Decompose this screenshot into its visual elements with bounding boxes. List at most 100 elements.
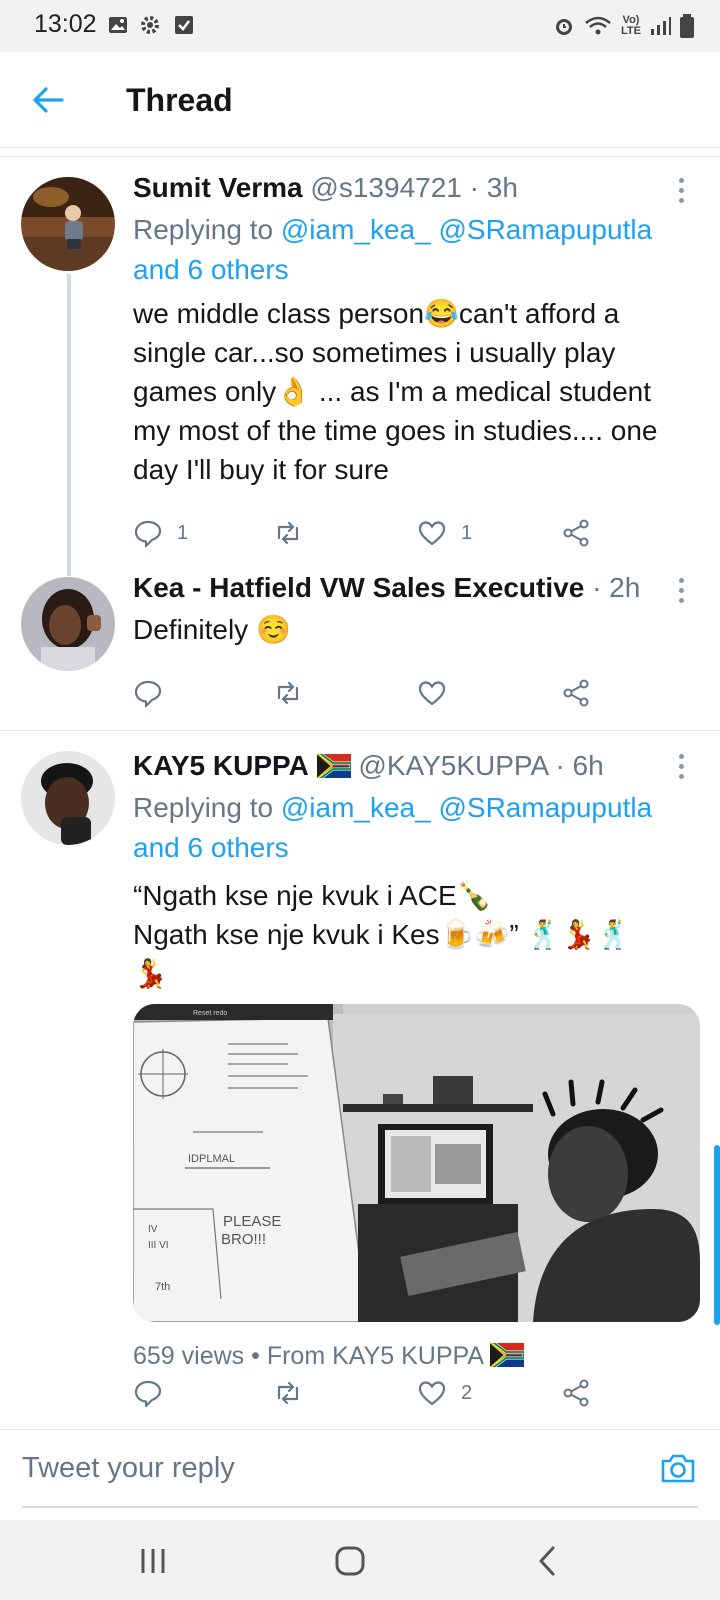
status-time: 13:02 [34, 10, 97, 38]
tweet-text: “Ngath kse nje kvuk i ACE🍾 Ngath kse nje… [133, 880, 632, 989]
author-name[interactable]: KAY5 KUPPA [133, 750, 309, 781]
like-count: 1 [461, 521, 473, 544]
avatar-image [21, 751, 115, 845]
view-count: 659 views [133, 1342, 245, 1370]
share-icon [563, 679, 589, 707]
like-icon [418, 1381, 446, 1406]
more-icon[interactable] [678, 754, 686, 784]
wifi-icon [585, 16, 611, 35]
tweet-time: · 2h [592, 572, 641, 603]
retweet-button[interactable] [273, 676, 303, 710]
video-thumbnail: Reset redo IDPLMAL PLEASE BRO!!! 7th IV … [133, 1004, 700, 1322]
tweet-header: Sumit Verma @s1394721 · 3h [133, 172, 518, 204]
tweet-time: · 3h [469, 172, 518, 203]
header: Thread [0, 52, 720, 148]
replying-prefix: Replying to [133, 792, 281, 823]
scrollbar-thumb[interactable] [714, 1145, 720, 1325]
system-nav-bar [0, 1520, 720, 1600]
tweet-header: KAY5 KUPPA @KAY5KUPPA · 6h [133, 750, 604, 782]
like-count: 2 [461, 1381, 473, 1404]
reply-icon [134, 1380, 162, 1408]
more-icon[interactable] [678, 578, 686, 608]
whiteboard-text: PLEASE [223, 1213, 281, 1230]
media-toolbar-text: Reset redo [193, 1010, 227, 1017]
page-title: Thread [126, 82, 233, 118]
like-button[interactable] [417, 676, 447, 710]
tweet-time: · 6h [555, 750, 604, 781]
whiteboard-text: III VI [148, 1240, 169, 1251]
avatar-image [21, 177, 115, 271]
tweet-video-media[interactable]: Reset redo IDPLMAL PLEASE BRO!!! 7th IV … [133, 1004, 700, 1322]
author-handle: @s1394721 [310, 172, 462, 203]
share-icon [563, 519, 589, 547]
back-arrow-icon[interactable] [30, 82, 66, 118]
share-button[interactable] [561, 676, 591, 710]
reply-input-underline [22, 1506, 698, 1508]
whiteboard-text: 7th [155, 1281, 170, 1293]
signal-icon [651, 17, 671, 35]
like-button[interactable]: 2 [417, 1376, 472, 1410]
more-icon[interactable] [678, 178, 686, 208]
share-icon [563, 1379, 589, 1407]
alarm-icon [556, 19, 572, 35]
share-button[interactable] [561, 1376, 591, 1410]
home-icon[interactable] [333, 1544, 367, 1578]
recents-icon[interactable] [136, 1544, 170, 1578]
like-icon [418, 521, 446, 546]
reply-input[interactable]: Tweet your reply [22, 1452, 235, 1485]
tweet-text: we middle class person😂can't afford a si… [133, 298, 658, 485]
replying-others-link[interactable]: and 6 others [133, 254, 289, 285]
battery-icon [680, 14, 694, 38]
camera-icon[interactable] [658, 1448, 698, 1488]
status-bar: 13:02 Vo) LTE [0, 0, 720, 52]
replying-to-links[interactable]: @iam_kea_ @SRamapuputla [281, 792, 652, 823]
media-source[interactable]: • From KAY5 KUPPA [251, 1342, 483, 1370]
like-icon [418, 681, 446, 706]
avatar[interactable] [21, 577, 115, 671]
back-icon[interactable] [531, 1544, 565, 1578]
replying-to-links[interactable]: @iam_kea_ @SRamapuputla [281, 214, 652, 245]
retweet-button[interactable] [273, 1376, 317, 1410]
checkbox-notification-icon [175, 16, 193, 34]
tweet-header: Kea - Hatfield VW Sales Executive · 2h [133, 572, 640, 604]
replying-to: Replying to @iam_kea_ @SRamapuputla and … [133, 788, 693, 868]
settings-icon [141, 16, 159, 34]
divider [0, 156, 720, 157]
reply-button[interactable]: 1 [133, 516, 188, 550]
media-views: 659 views • From KAY5 KUPPA [133, 1342, 524, 1371]
replying-others-link[interactable]: and 6 others [133, 832, 289, 863]
author-name[interactable]: Kea - Hatfield VW Sales Executive [133, 572, 584, 603]
reply-icon [134, 680, 162, 708]
reply-count: 1 [177, 521, 189, 544]
avatar-image [21, 577, 115, 671]
retweet-icon [277, 521, 299, 545]
author-handle: @KAY5KUPPA [358, 750, 548, 781]
tweet-text: Definitely ☺️ [133, 614, 291, 645]
whiteboard-text: BRO!!! [221, 1231, 266, 1248]
divider [0, 730, 720, 731]
whiteboard-text: IDPLMAL [188, 1153, 235, 1165]
south-africa-flag-icon [489, 1343, 524, 1367]
tweet-actions [133, 676, 613, 710]
whiteboard-text: IV [148, 1224, 158, 1235]
south-africa-flag-icon [316, 754, 351, 778]
thread-line [67, 274, 71, 576]
replying-to: Replying to @iam_kea_ @SRamapuputla and … [133, 210, 693, 290]
author-name[interactable]: Sumit Verma [133, 172, 303, 203]
share-button[interactable] [561, 516, 591, 550]
status-indicators: Vo) LTE [552, 12, 694, 40]
gallery-icon [109, 17, 127, 33]
avatar[interactable] [21, 177, 115, 271]
tweet-actions: 2 [133, 1376, 613, 1410]
avatar[interactable] [21, 751, 115, 845]
reply-icon [134, 520, 162, 548]
reply-composer: Tweet your reply [0, 1429, 720, 1519]
reply-button[interactable] [133, 676, 163, 710]
reply-button[interactable] [133, 1376, 177, 1410]
tweet-actions: 1 1 [133, 516, 613, 550]
retweet-button[interactable] [273, 516, 317, 550]
like-button[interactable]: 1 [417, 516, 472, 550]
replying-prefix: Replying to [133, 214, 281, 245]
network-type-label: Vo) LTE [621, 14, 641, 37]
retweet-icon [277, 681, 299, 705]
